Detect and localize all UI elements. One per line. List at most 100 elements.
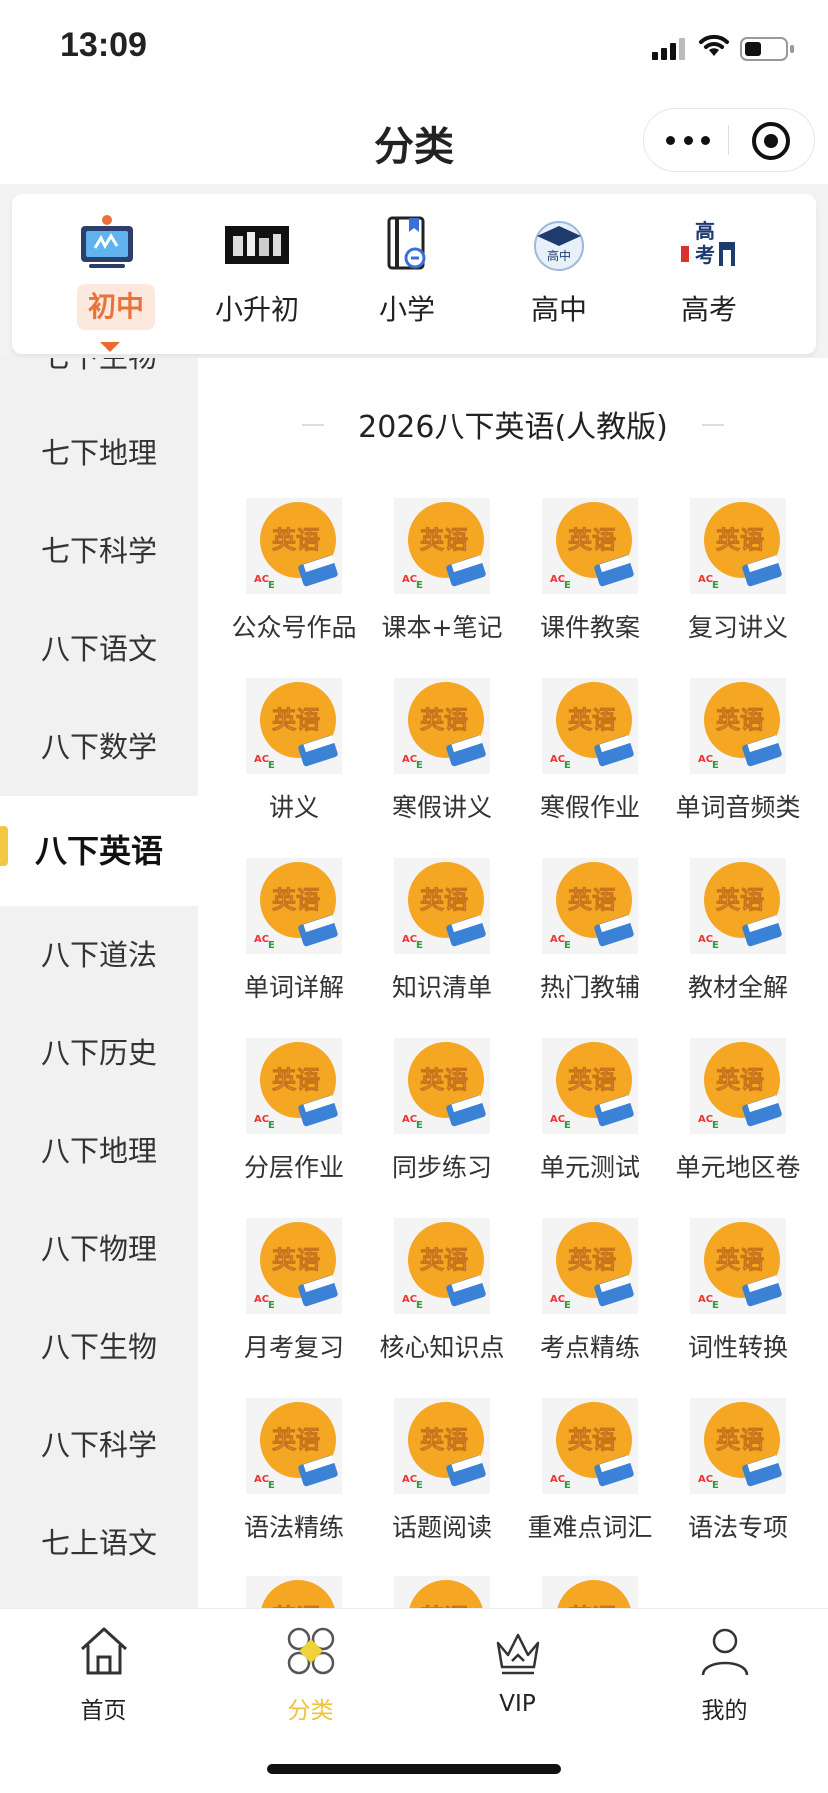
english-book-icon: AC E 英语 (542, 858, 638, 954)
svg-text:英语: 英语 (272, 886, 320, 914)
svg-text:E: E (416, 580, 423, 591)
resource-tile[interactable]: AC E 英语 同步练习 (368, 1038, 516, 1208)
english-book-icon: AC E 英语 (542, 1398, 638, 1494)
signal-icon (652, 38, 685, 60)
sidebar-item[interactable]: 八下语文 (0, 600, 198, 698)
svg-text:英语: 英语 (272, 1426, 320, 1454)
resource-tile[interactable]: AC E 英语 (516, 1576, 664, 1608)
sidebar-item[interactable]: 七上语文 (0, 1494, 198, 1592)
svg-text:高: 高 (695, 219, 715, 243)
resource-tile-label: 课本+笔记 (381, 613, 503, 642)
resource-tile[interactable]: AC E 英语 课本+笔记 (368, 498, 516, 668)
svg-text:E: E (564, 1300, 571, 1311)
sidebar-item[interactable]: 七下科学 (0, 502, 198, 600)
resource-tile[interactable]: AC E 英语 讲义 (220, 678, 368, 848)
svg-text:AC: AC (254, 1294, 269, 1305)
resource-tile[interactable]: AC E 英语 热门教辅 (516, 858, 664, 1028)
tab-home[interactable]: 首页 (0, 1623, 207, 1733)
resource-tile[interactable]: AC E 英语 寒假作业 (516, 678, 664, 848)
resource-tile-label: 寒假作业 (539, 793, 640, 822)
svg-text:英语: 英语 (420, 1426, 468, 1454)
svg-text:英语: 英语 (420, 886, 468, 914)
resource-tile[interactable]: AC E 英语 话题阅读 (368, 1398, 516, 1568)
english-book-icon: AC E 英语 (246, 498, 342, 594)
resource-tile-label: 重难点词汇 (527, 1513, 653, 1542)
top-category-xiaoshengchu[interactable]: 小升初 (182, 204, 332, 344)
close-target-icon[interactable] (752, 122, 790, 160)
resource-tile-label: 考点精练 (539, 1333, 640, 1362)
top-category-gaozhong[interactable]: 高中 高中 (484, 204, 634, 344)
more-icon[interactable] (666, 125, 710, 155)
user-icon (701, 1628, 749, 1676)
resource-tile[interactable]: AC E 英语 单元测试 (516, 1038, 664, 1208)
svg-text:E: E (268, 580, 275, 591)
resource-tile-label: 单元测试 (539, 1153, 640, 1182)
svg-text:AC: AC (550, 1474, 565, 1485)
resource-tile[interactable]: AC E 英语 单词详解 (220, 858, 368, 1028)
english-book-icon: AC E 英语 (542, 678, 638, 774)
sidebar-item[interactable]: 八下生物 (0, 1298, 198, 1396)
resource-tile[interactable]: AC E 英语 分层作业 (220, 1038, 368, 1208)
resource-tile-label: 单词音频类 (675, 793, 801, 822)
resource-tile[interactable]: AC E 英语 教材全解 (664, 858, 812, 1028)
sidebar-item[interactable]: 八下数学 (0, 698, 198, 796)
svg-text:英语: 英语 (272, 526, 320, 554)
section-title-line-right (702, 424, 724, 426)
english-book-icon: AC E 英语 (394, 1038, 490, 1134)
top-category-gaokao[interactable]: 高 考 高考 (634, 204, 784, 344)
svg-text:英语: 英语 (568, 706, 616, 734)
whiteboard-icon (81, 215, 133, 268)
tab-category[interactable]: 分类 (207, 1623, 414, 1733)
sidebar-item[interactable]: 八下道法 (0, 906, 198, 1004)
resource-tile-label: 分层作业 (243, 1153, 344, 1182)
english-book-icon: AC E 英语 (246, 1218, 342, 1314)
resource-tile[interactable]: AC E 英语 (368, 1576, 516, 1608)
top-category-label: 高考 (680, 293, 737, 326)
resource-tile[interactable]: AC E 英语 语法精练 (220, 1398, 368, 1568)
svg-text:AC: AC (254, 1114, 269, 1125)
resource-tile[interactable]: AC E 英语 复习讲义 (664, 498, 812, 668)
sidebar-item[interactable]: 七下生物 (0, 358, 198, 406)
sidebar-item[interactable]: 八下物理 (0, 1200, 198, 1298)
top-category-xiaoxue[interactable]: 小学 (332, 204, 482, 344)
sidebar-item-active[interactable]: 八下英语 (0, 796, 198, 906)
graduation-cap-icon: 高中 (534, 221, 584, 271)
resource-tile[interactable]: AC E 英语 核心知识点 (368, 1218, 516, 1388)
resource-tile[interactable]: AC E 英语 考点精练 (516, 1218, 664, 1388)
english-book-icon: AC E 英语 (542, 1576, 638, 1608)
resource-tile[interactable]: AC E 英语 (220, 1576, 368, 1608)
resource-tile[interactable]: AC E 英语 单元地区卷 (664, 1038, 812, 1208)
sidebar-item[interactable]: 八下地理 (0, 1102, 198, 1200)
svg-text:E: E (416, 1480, 423, 1491)
resource-tile[interactable]: AC E 英语 重难点词汇 (516, 1398, 664, 1568)
svg-text:E: E (268, 940, 275, 951)
sidebar-item[interactable]: 七下地理 (0, 404, 198, 502)
sidebar-item[interactable]: 八下科学 (0, 1396, 198, 1494)
resource-tile[interactable]: AC E 英语 寒假讲义 (368, 678, 516, 848)
miniprogram-capsule (643, 108, 815, 172)
top-category-bar: 初中 小升初 小学 高中 高中 高 考 高考 (0, 184, 828, 358)
top-category-card: 初中 小升初 小学 高中 高中 高 考 高考 (12, 194, 816, 354)
svg-text:AC: AC (402, 1474, 417, 1485)
svg-text:AC: AC (698, 574, 713, 585)
resource-tile[interactable]: AC E 英语 知识清单 (368, 858, 516, 1028)
category-icon (287, 1627, 335, 1675)
svg-text:英语: 英语 (716, 886, 764, 914)
tab-vip[interactable]: VIP (414, 1623, 621, 1733)
svg-text:E: E (712, 1300, 719, 1311)
svg-text:英语: 英语 (716, 1066, 764, 1094)
resource-tile[interactable]: AC E 英语 月考复习 (220, 1218, 368, 1388)
resource-tile[interactable]: AC E 英语 词性转换 (664, 1218, 812, 1388)
resource-tile[interactable]: AC E 英语 语法专项 (664, 1398, 812, 1568)
sidebar-item[interactable]: 八下历史 (0, 1004, 198, 1102)
resource-tile[interactable]: AC E 英语 单词音频类 (664, 678, 812, 848)
capsule-divider (728, 125, 729, 155)
svg-text:英语: 英语 (420, 526, 468, 554)
top-category-chuzhong[interactable]: 初中 (32, 204, 182, 352)
svg-text:E: E (564, 760, 571, 771)
section-title: 2026八下英语(人教版) (358, 410, 668, 445)
resource-tile[interactable]: AC E 英语 公众号作品 (220, 498, 368, 668)
tab-mine[interactable]: 我的 (621, 1623, 828, 1733)
svg-text:E: E (712, 1480, 719, 1491)
resource-tile[interactable]: AC E 英语 课件教案 (516, 498, 664, 668)
